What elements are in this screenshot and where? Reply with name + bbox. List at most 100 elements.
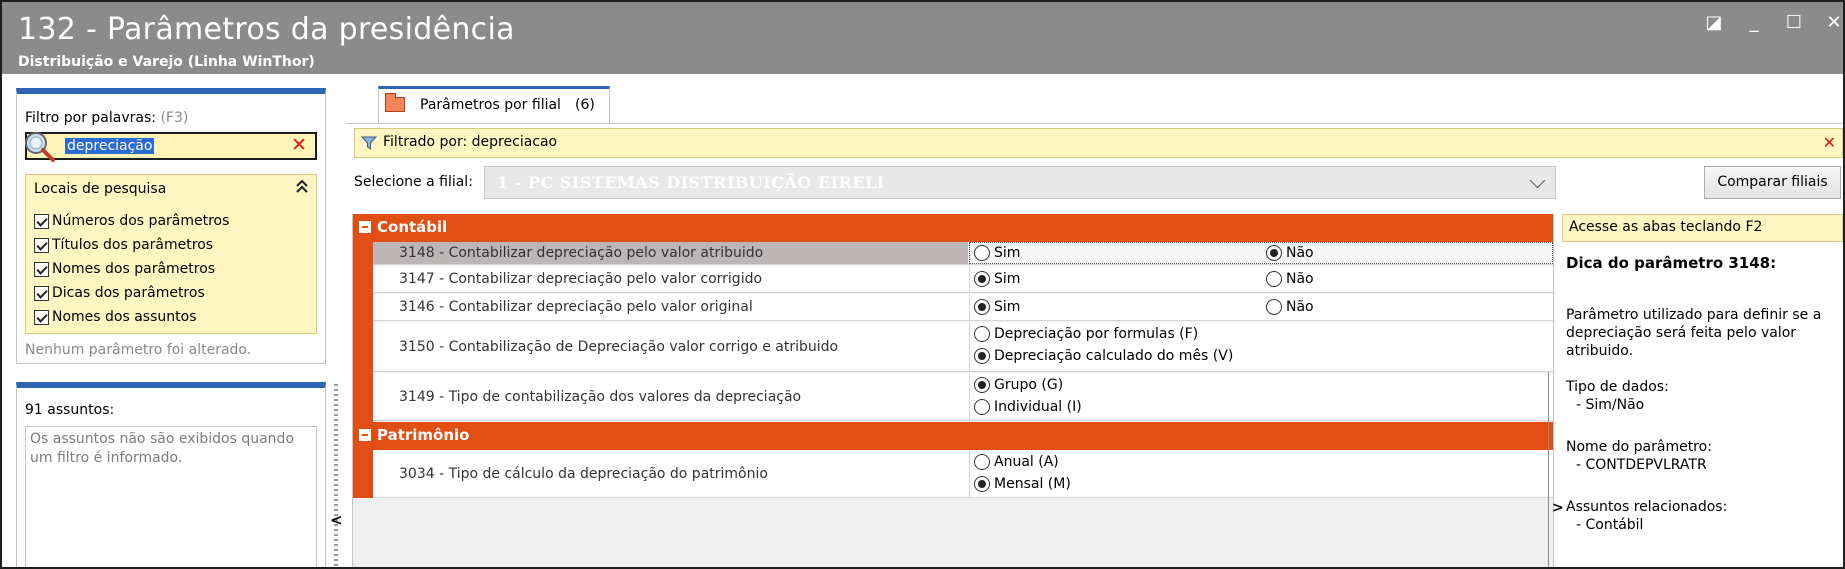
group-header-contabil[interactable]: Contábil	[353, 214, 1553, 242]
subjects-count: 91 assuntos:	[25, 402, 115, 418]
radio-option[interactable]: Não	[1266, 271, 1314, 287]
search-input[interactable]: depreciação ✕	[25, 132, 317, 162]
place-label: Nomes dos parâmetros	[52, 261, 216, 277]
search-value: depreciação	[65, 138, 155, 154]
panel-splitter[interactable]: <	[330, 384, 343, 567]
expand-right-icon[interactable]: >	[1552, 500, 1564, 516]
group-header-patrimonio[interactable]: Patrimônio	[353, 422, 1553, 450]
collapse-group-icon[interactable]	[359, 221, 371, 233]
option-label: Mensal (M)	[994, 476, 1071, 492]
radio-button[interactable]	[974, 399, 990, 415]
title-bar: 132 - Parâmetros da presidência Distribu…	[2, 2, 1843, 74]
subjects-panel: 91 assuntos: Os assuntos não são exibido…	[16, 382, 326, 567]
remove-filter-icon[interactable]: ✕	[1823, 133, 1836, 152]
radio-button[interactable]	[974, 245, 990, 261]
parameter-label: 3034 - Tipo de cálculo da depreciação do…	[399, 465, 768, 482]
close-icon[interactable]: ✕	[1825, 12, 1843, 33]
radio-option[interactable]: Depreciação por formulas (F)	[974, 326, 1198, 342]
radio-button[interactable]	[974, 454, 990, 470]
radio-option[interactable]: Não	[1266, 245, 1314, 261]
search-places-box: Locais de pesquisa Números dos parâmetro…	[25, 174, 317, 334]
parameter-label: 3150 - Contabilização de Depreciação val…	[399, 338, 839, 355]
place-label: Números dos parâmetros	[52, 213, 230, 229]
radio-option[interactable]: Não	[1266, 299, 1314, 315]
branch-select[interactable]: 1 - PC SISTEMAS DISTRIBUIÇÃO EIRELI	[484, 166, 1556, 199]
clear-search-icon[interactable]: ✕	[291, 134, 307, 156]
branch-label: Selecione a filial:	[354, 174, 473, 190]
collapse-left-icon[interactable]: <	[330, 511, 343, 529]
radio-button[interactable]	[1266, 271, 1282, 287]
table-row[interactable]: 3150 - Contabilização de Depreciação val…	[373, 322, 1553, 372]
compare-branches-button[interactable]: Comparar filiais	[1704, 166, 1841, 199]
parameter-label: 3148 - Contabilizar depreciação pelo val…	[373, 242, 968, 264]
place-item-names[interactable]: Nomes dos parâmetros	[34, 257, 229, 281]
filter-panel: Filtro por palavras: (F3) depreciação ✕ …	[16, 88, 326, 364]
place-label: Nomes dos assuntos	[52, 309, 197, 325]
radio-option[interactable]: Sim	[974, 245, 1020, 261]
place-label: Dicas dos parâmetros	[52, 285, 205, 301]
splitter-grip[interactable]	[334, 384, 338, 567]
main-area: Parâmetros por filial (6) Filtrado por: …	[346, 74, 1843, 567]
table-row[interactable]: 3147 - Contabilizar depreciação pelo val…	[373, 266, 1553, 293]
tip-related-label: Assuntos relacionados:	[1566, 499, 1728, 515]
radio-option[interactable]: Sim	[974, 299, 1020, 315]
collapse-group-icon[interactable]	[359, 429, 371, 441]
places-header[interactable]: Locais de pesquisa	[34, 181, 166, 197]
chevrons-up-icon[interactable]	[296, 179, 308, 197]
tip-access-hint: Acesse as abas teclando F2	[1562, 214, 1843, 242]
parameter-options: Sim Não	[969, 266, 1553, 292]
checkbox[interactable]	[34, 261, 49, 277]
radio-option[interactable]: Sim	[974, 271, 1020, 287]
place-label: Títulos dos parâmetros	[52, 237, 214, 253]
group-title: Contábil	[377, 218, 448, 236]
radio-button[interactable]	[974, 326, 990, 342]
radio-button[interactable]	[974, 348, 990, 364]
restore-icon[interactable]: ◪	[1705, 12, 1723, 33]
radio-button[interactable]	[974, 271, 990, 287]
tip-panel: Acesse as abas teclando F2 Dica do parâm…	[1548, 214, 1843, 567]
radio-option[interactable]: Anual (A)	[974, 454, 1059, 470]
table-row[interactable]: 3146 - Contabilizar depreciação pelo val…	[373, 294, 1553, 321]
radio-button[interactable]	[974, 476, 990, 492]
checkbox[interactable]	[34, 213, 49, 229]
checkbox[interactable]	[34, 309, 49, 325]
tip-related-value: - Contábil	[1576, 517, 1644, 533]
tab-branch-parameters[interactable]: Parâmetros por filial (6)	[378, 86, 610, 124]
tab-divider	[346, 123, 1843, 124]
radio-button[interactable]	[974, 377, 990, 393]
option-label: Depreciação calculado do mês (V)	[994, 348, 1234, 364]
place-item-numbers[interactable]: Números dos parâmetros	[34, 209, 229, 233]
parameter-label: 3146 - Contabilizar depreciação pelo val…	[399, 299, 753, 315]
radio-option[interactable]: Mensal (M)	[974, 476, 1071, 492]
checkbox[interactable]	[34, 237, 49, 253]
filter-banner: Filtrado por: depreciacao ✕	[354, 128, 1843, 158]
window-subtitle: Distribuição e Varejo (Linha WinThor)	[18, 54, 315, 70]
option-label: Não	[1286, 271, 1314, 287]
maximize-icon[interactable]: ☐	[1785, 12, 1803, 33]
places-list: Números dos parâmetros Títulos dos parâm…	[34, 209, 229, 329]
parameter-options: Grupo (G) Individual (I)	[969, 373, 1553, 420]
option-label: Sim	[994, 299, 1021, 315]
minimize-icon[interactable]: _	[1745, 12, 1763, 33]
place-item-titles[interactable]: Títulos dos parâmetros	[34, 233, 229, 257]
left-panel: Filtro por palavras: (F3) depreciação ✕ …	[16, 88, 326, 567]
radio-option[interactable]: Individual (I)	[974, 399, 1082, 415]
group-title: Patrimônio	[377, 426, 470, 444]
table-row[interactable]: 3149 - Tipo de contabilização dos valore…	[373, 373, 1553, 421]
filter-banner-text: Filtrado por: depreciacao	[383, 134, 558, 150]
radio-option[interactable]: Depreciação calculado do mês (V)	[974, 348, 1233, 364]
radio-button[interactable]	[1266, 299, 1282, 315]
parameter-options: Sim Não	[969, 294, 1553, 320]
tip-divider	[1548, 372, 1549, 567]
table-row[interactable]: 3034 - Tipo de cálculo da depreciação do…	[373, 450, 1553, 498]
place-item-tips[interactable]: Dicas dos parâmetros	[34, 281, 229, 305]
radio-button[interactable]	[1266, 245, 1282, 261]
parameter-label: 3149 - Tipo de contabilização dos valore…	[399, 388, 802, 405]
table-row[interactable]: 3148 - Contabilizar depreciação pelo val…	[373, 242, 1553, 265]
option-label: Não	[1286, 299, 1314, 315]
radio-button[interactable]	[974, 299, 990, 315]
checkbox[interactable]	[34, 285, 49, 301]
radio-option[interactable]: Grupo (G)	[974, 377, 1063, 393]
branch-value: 1 - PC SISTEMAS DISTRIBUIÇÃO EIRELI	[497, 173, 885, 192]
place-item-subjects[interactable]: Nomes dos assuntos	[34, 305, 229, 329]
